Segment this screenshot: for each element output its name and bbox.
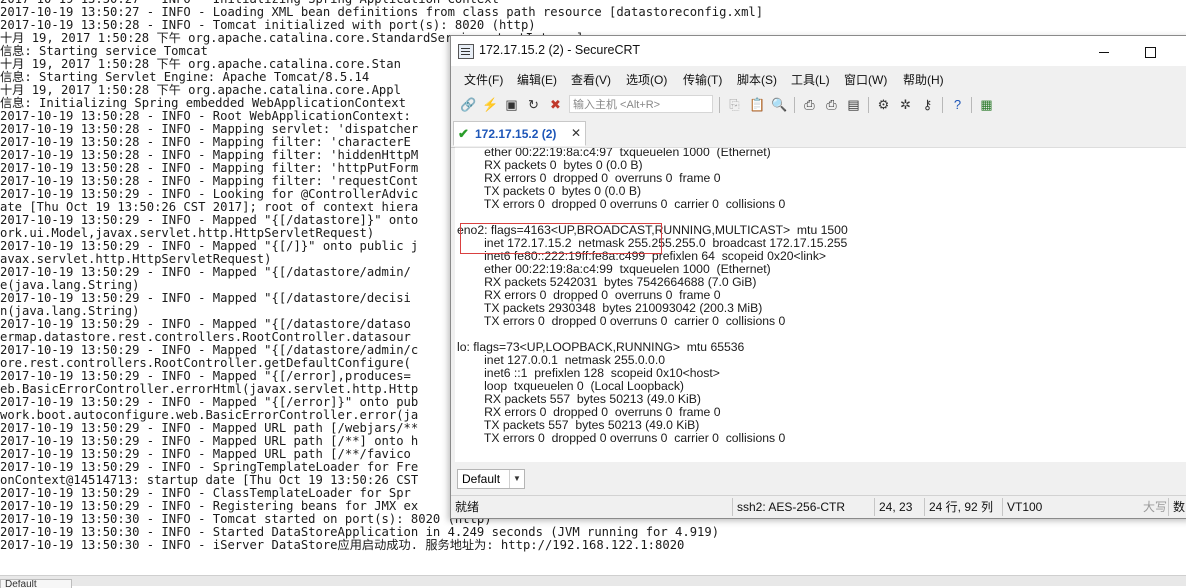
print-setup-icon[interactable]: ⎙ (824, 97, 839, 112)
sftp-icon[interactable]: ▦ (979, 97, 994, 112)
session-tab[interactable]: ✔ 172.17.15.2 (2) ✕ (453, 121, 586, 146)
terminal-output: ether 00:22:19:8a:c4:97 txqueuelen 1000 … (457, 148, 848, 445)
global-options-icon[interactable]: ✲ (898, 97, 913, 112)
minimize-icon (1099, 51, 1109, 53)
status-encryption: ssh2: AES-256-CTR (737, 500, 846, 514)
toolbar-separator (794, 97, 795, 113)
connect-icon[interactable]: 🔗 (460, 97, 476, 112)
securecrt-app-icon (458, 44, 474, 59)
maximize-button[interactable] (1127, 36, 1173, 66)
help-icon[interactable]: ? (950, 97, 965, 112)
connected-check-icon: ✔ (458, 126, 469, 141)
quick-connect-icon[interactable]: ⚡ (482, 97, 498, 112)
button-bar-selected-value: Default (462, 472, 501, 486)
print-icon[interactable]: ⎙ (802, 97, 817, 112)
menu-window[interactable]: 窗口(W) (844, 71, 887, 88)
maximize-icon (1144, 46, 1156, 58)
status-cursor: 24, 23 (879, 500, 913, 514)
find-icon[interactable]: 🔍 (771, 97, 787, 112)
menu-tools[interactable]: 工具(L) (791, 71, 830, 88)
copy-icon[interactable]: ⎘ (727, 97, 742, 112)
session-options-icon[interactable]: ⚙ (876, 97, 891, 112)
status-bar: 就绪 ssh2: AES-256-CTR 24, 23 24 行, 92 列 V… (451, 495, 1186, 518)
toolbar-separator (719, 97, 720, 113)
menu-file[interactable]: 文件(F) (464, 71, 503, 88)
console-line: 2017-10-19 13:50:30 - INFO - iServer Dat… (0, 538, 685, 552)
session-tab-label: 172.17.15.2 (2) (475, 127, 557, 141)
disconnect-icon[interactable]: ✖ (548, 97, 563, 112)
toolbar-separator (942, 97, 943, 113)
quick-connect-input[interactable]: 输入主机 <Alt+R> (569, 95, 713, 113)
toolbar-separator (971, 97, 972, 113)
menu-options[interactable]: 选项(O) (626, 71, 667, 88)
button-bar-select[interactable]: Default ▼ (457, 469, 525, 489)
status-size: 24 行, 92 列 (929, 500, 994, 514)
session-tab-bar: ✔ 172.17.15.2 (2) ✕ (451, 121, 1186, 148)
menu-view[interactable]: 查看(V) (571, 71, 611, 88)
title-bar: 172.17.15.2 (2) - SecureCRT (451, 36, 1186, 66)
dropdown-arrow-icon: ▼ (509, 470, 524, 488)
terminal-line: TX errors 0 dropped 0 overruns 0 carrier… (457, 314, 786, 328)
background-tab[interactable]: Default (0, 579, 72, 588)
background-bottom-bar: Default (0, 575, 1186, 588)
window-title: 172.17.15.2 (2) - SecureCRT (479, 43, 640, 57)
button-bar: Default ▼ (451, 463, 1186, 493)
print-screen-icon[interactable]: ▤ (846, 97, 861, 112)
toolbar: 🔗 ⚡ ▣ ↻ ✖ 输入主机 <Alt+R> ⎘ 📋 🔍 ⎙ ⎙ ▤ ⚙ ✲ ⚷… (451, 92, 1186, 118)
ip-highlight-annotation (460, 223, 662, 254)
menu-help[interactable]: 帮助(H) (903, 71, 944, 88)
toolbar-separator (868, 97, 869, 113)
status-num: 数 (1173, 500, 1186, 514)
close-tab-icon[interactable]: ✕ (571, 126, 581, 140)
menu-transfer[interactable]: 传输(T) (683, 71, 722, 88)
menu-edit[interactable]: 编辑(E) (517, 71, 557, 88)
paste-icon[interactable]: 📋 (749, 97, 765, 112)
terminal-line: TX errors 0 dropped 0 overruns 0 carrier… (457, 431, 786, 445)
minimize-button[interactable] (1081, 36, 1127, 66)
securecrt-window: 172.17.15.2 (2) - SecureCRT 文件(F) 编辑(E) … (450, 35, 1186, 519)
status-terminal-type: VT100 (1007, 500, 1043, 514)
menu-script[interactable]: 脚本(S) (737, 71, 777, 88)
menu-bar: 文件(F) 编辑(E) 查看(V) 选项(O) 传输(T) 脚本(S) 工具(L… (451, 67, 1186, 89)
status-state: 就绪 (455, 500, 480, 514)
status-caps: 大写 (1143, 500, 1168, 514)
keymap-icon[interactable]: ⚷ (920, 97, 935, 112)
connect-tab-icon[interactable]: ▣ (504, 97, 519, 112)
reconnect-icon[interactable]: ↻ (526, 97, 541, 112)
terminal-view[interactable]: ether 00:22:19:8a:c4:97 txqueuelen 1000 … (455, 147, 1186, 462)
terminal-line: TX errors 0 dropped 0 overruns 0 carrier… (457, 197, 786, 211)
